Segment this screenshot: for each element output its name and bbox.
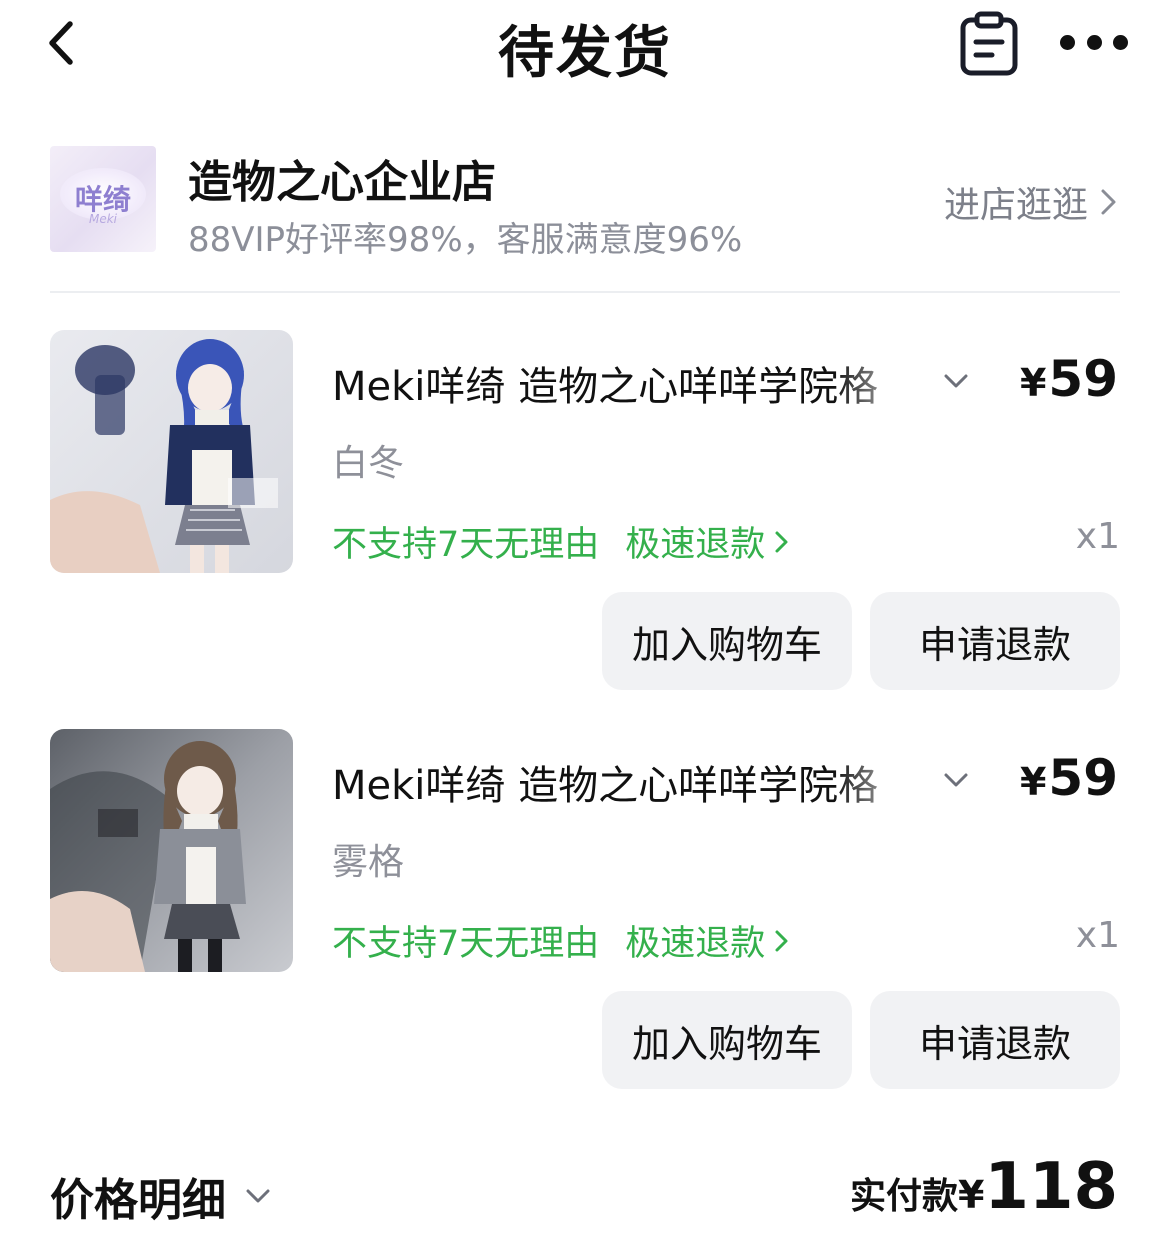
more-options-button[interactable]: [1060, 26, 1128, 58]
enter-shop-label: 进店逛逛: [943, 185, 1088, 226]
order-item: Meki咩绮 造物之心咩咩学院格 ¥59 雾格 不支持7天无理由 极速退款 x1…: [50, 729, 1120, 1099]
more-dot: [1086, 34, 1102, 50]
chevron-down-icon: [246, 1189, 270, 1203]
chevron-down-icon[interactable]: [942, 771, 970, 789]
shop-logo-subtext: Meki: [88, 212, 118, 226]
service-fast-refund: 极速退款: [625, 525, 766, 565]
product-photo-doll-gray: [50, 729, 293, 972]
item-quantity: x1: [1075, 915, 1120, 956]
divider: [50, 291, 1120, 293]
product-variant: 白冬: [332, 443, 405, 484]
enter-shop-link[interactable]: 进店逛逛: [944, 176, 1120, 228]
chevron-right-icon: [1101, 189, 1116, 215]
item-price: ¥59: [1019, 350, 1118, 408]
chevron-down-icon[interactable]: [942, 372, 970, 390]
product-variant: 雾格: [332, 842, 405, 883]
order-summary: 价格明细 实付款¥118: [50, 1150, 1120, 1240]
shop-header[interactable]: 咩绮 Meki 造物之心企业店 88VIP好评率98%，客服满意度96% 进店逛…: [50, 146, 1120, 260]
clipboard-icon: [960, 11, 1018, 76]
item-quantity: x1: [1075, 516, 1120, 557]
product-image[interactable]: [50, 729, 293, 972]
chevron-right-icon: [775, 531, 788, 552]
nav-bar: 待发货: [0, 0, 1170, 90]
shop-name[interactable]: 造物之心企业店: [188, 146, 496, 210]
request-refund-button[interactable]: 申请退款: [870, 592, 1120, 690]
add-to-cart-button[interactable]: 加入购物车: [602, 592, 852, 690]
price-detail-label: 价格明细: [50, 1175, 226, 1226]
product-image[interactable]: [50, 330, 293, 573]
item-price: ¥59: [1019, 749, 1118, 807]
total-currency: ¥: [957, 1173, 985, 1217]
service-no-return: 不支持7天无理由: [332, 924, 600, 964]
total-amount: 118: [984, 1150, 1118, 1224]
product-title[interactable]: Meki咩绮 造物之心咩咩学院格: [332, 354, 924, 412]
total-paid: 实付款¥118: [850, 1150, 1118, 1224]
more-dot: [1113, 34, 1128, 50]
chevron-right-icon: [775, 930, 788, 951]
shop-rating-stats: 88VIP好评率98%，客服满意度96%: [188, 220, 743, 260]
service-info[interactable]: 不支持7天无理由 极速退款: [332, 516, 791, 567]
more-dot: [1060, 34, 1075, 50]
product-title-text: Meki咩绮 造物之心咩咩学院格: [332, 763, 879, 809]
price-detail-toggle[interactable]: 价格明细: [50, 1164, 272, 1228]
request-refund-button[interactable]: 申请退款: [870, 991, 1120, 1089]
order-item: Meki咩绮 造物之心咩咩学院格 ¥59 白冬 不支持7天无理由 极速退款 x1…: [50, 330, 1120, 700]
service-fast-refund: 极速退款: [625, 924, 766, 964]
order-list-button[interactable]: [958, 10, 1020, 76]
total-paid-label: 实付款: [849, 1176, 958, 1217]
product-title-text: Meki咩绮 造物之心咩咩学院格: [332, 364, 879, 410]
product-photo-doll-navy: [50, 330, 293, 573]
add-to-cart-button[interactable]: 加入购物车: [602, 991, 852, 1089]
service-no-return: 不支持7天无理由: [332, 525, 600, 565]
product-title[interactable]: Meki咩绮 造物之心咩咩学院格: [332, 753, 924, 811]
service-info[interactable]: 不支持7天无理由 极速退款: [332, 915, 791, 966]
shop-logo[interactable]: 咩绮 Meki: [50, 146, 156, 252]
